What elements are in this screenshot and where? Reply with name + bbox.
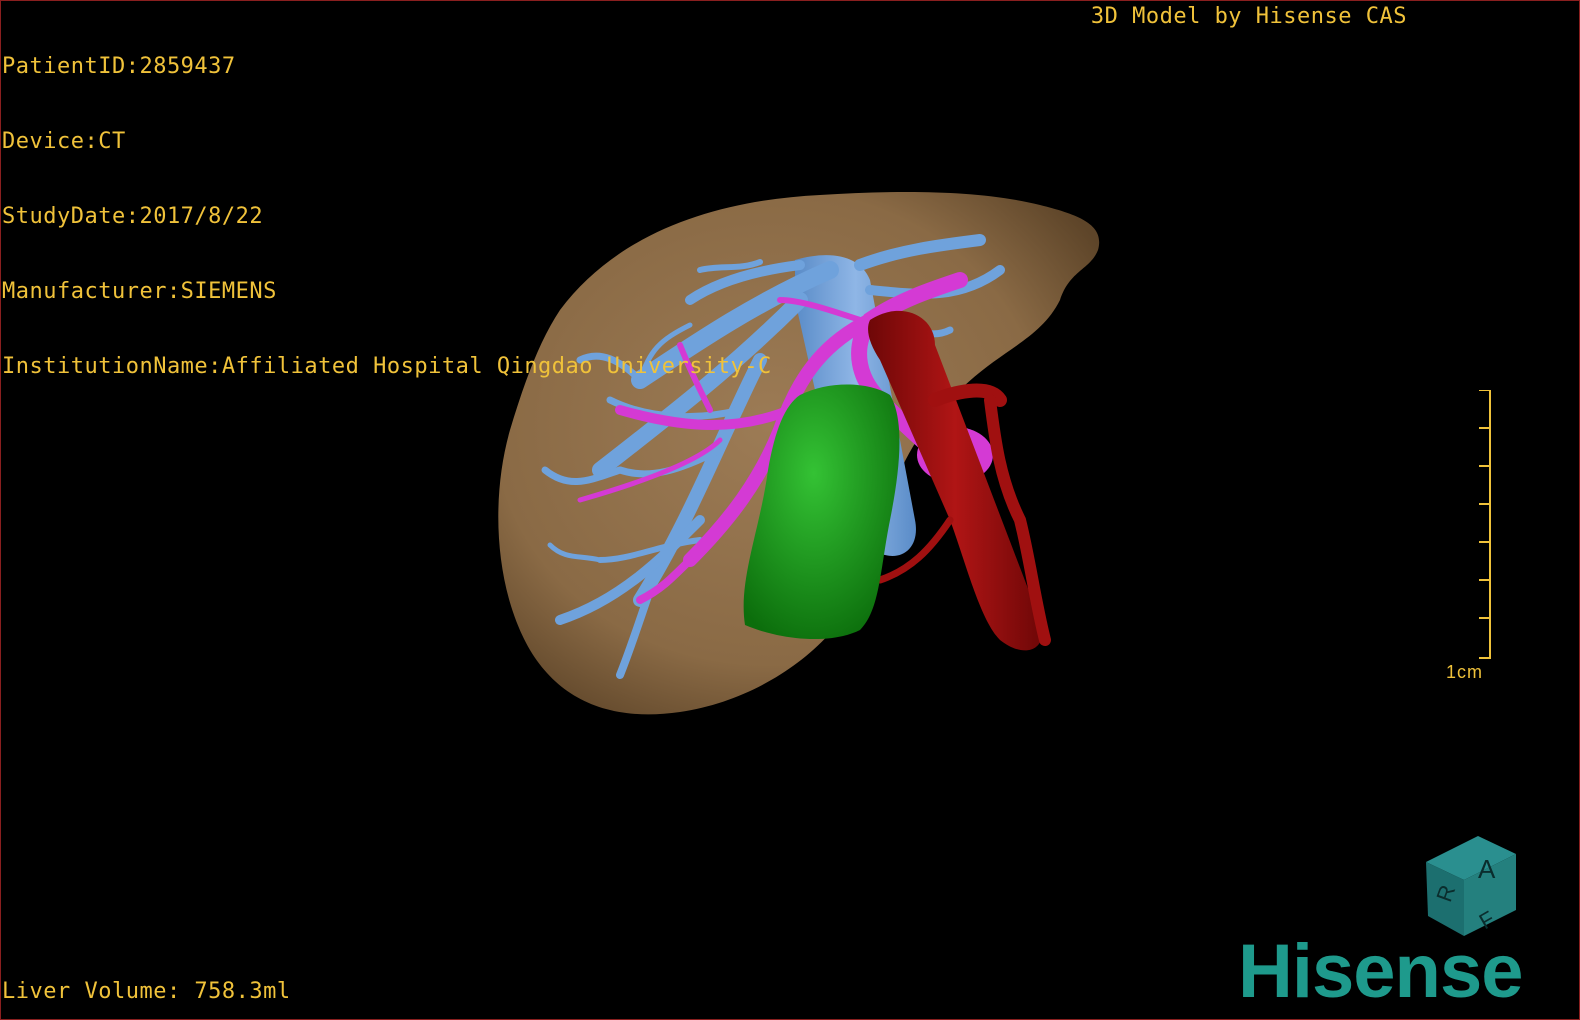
model-title: 3D Model by Hisense CAS [1090,4,1407,29]
patient-info-panel: PatientID:2859437 Device:CT StudyDate:20… [2,4,772,404]
patient-id-text: PatientID:2859437 [2,54,236,79]
manufacturer-text: Manufacturer:SIEMENS [2,279,277,304]
orientation-cube[interactable]: A R F [1418,832,1524,940]
institution-text: InstitutionName:Affiliated Hospital Qing… [2,354,772,379]
scale-bar [1479,390,1491,659]
liver-volume-text: Liver Volume: 758.3ml [2,979,291,1004]
hisense-logo: Hisense [1238,929,1523,1014]
device-text: Device:CT [2,129,126,154]
scale-bar-label: 1cm [1446,662,1484,682]
cube-face-top: A [1478,854,1496,884]
study-date-text: StudyDate:2017/8/22 [2,204,264,229]
